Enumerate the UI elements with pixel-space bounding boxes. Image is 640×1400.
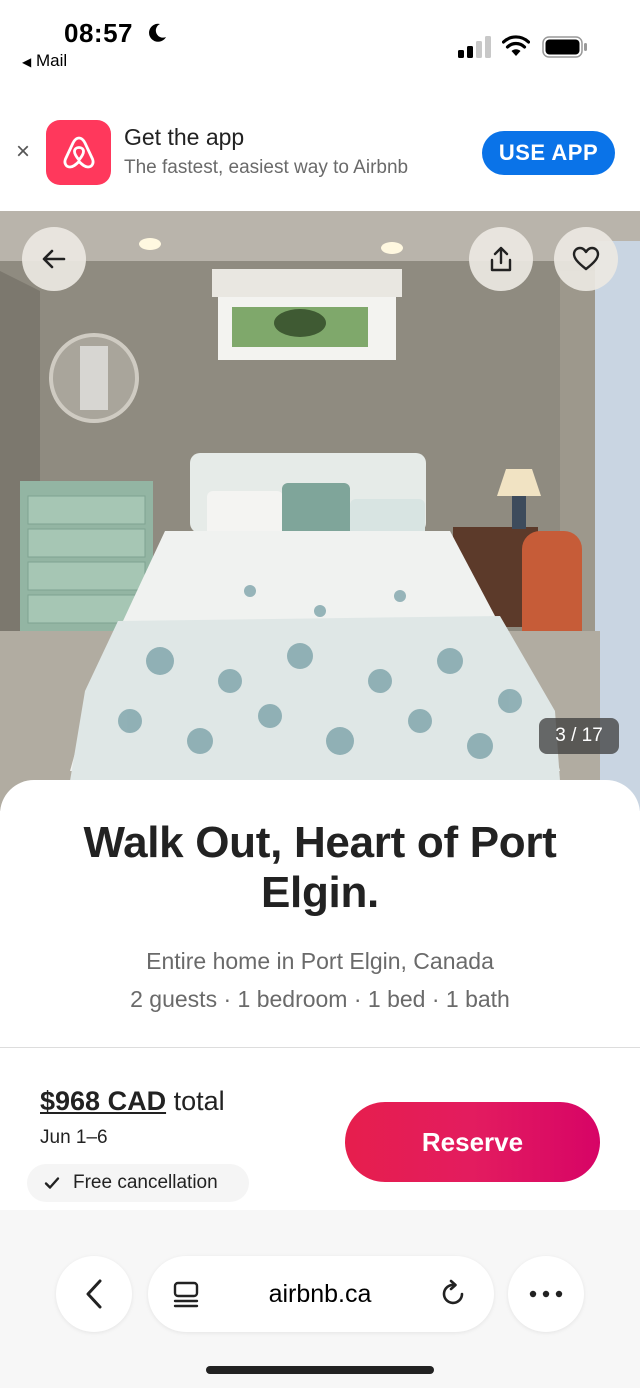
- moon-icon: [149, 23, 166, 42]
- price-total[interactable]: $968 CAD total: [40, 1086, 225, 1117]
- banner-close-button[interactable]: ×: [16, 140, 30, 164]
- listing-title: Walk Out, Heart of Port Elgin.: [83, 818, 557, 917]
- back-label: Mail: [35, 51, 68, 70]
- checkmark-icon: [44, 1177, 60, 1189]
- share-button[interactable]: [469, 227, 533, 291]
- free-cancellation-badge: Free cancellation: [27, 1164, 249, 1202]
- arrow-left-icon: [42, 249, 66, 269]
- home-indicator[interactable]: [206, 1366, 434, 1374]
- booking-dates: Jun 1–6: [40, 1127, 108, 1148]
- heart-icon: [572, 246, 600, 271]
- share-icon: [490, 246, 512, 272]
- airbnb-logo-icon: [46, 120, 111, 185]
- tab-overview-icon[interactable]: [172, 1280, 200, 1308]
- free-cancellation-label: Free cancellation: [73, 1172, 218, 1193]
- chevron-left-icon: [86, 1279, 102, 1309]
- save-favorite-button[interactable]: [554, 227, 618, 291]
- divider: [0, 1047, 640, 1048]
- banner-subtitle: The fastest, easiest way to Airbnb: [124, 157, 409, 178]
- url-text[interactable]: airbnb.ca: [240, 1280, 400, 1309]
- ellipsis-icon: [529, 1290, 563, 1298]
- use-app-button[interactable]: USE APP: [482, 131, 615, 175]
- reload-icon[interactable]: [440, 1279, 468, 1309]
- status-time: 08:57: [64, 18, 133, 48]
- back-to-mail-link[interactable]: ◀ Mail: [22, 51, 67, 71]
- browser-back-button[interactable]: [56, 1256, 132, 1332]
- signal-icon: [458, 36, 491, 58]
- wifi-icon: [502, 35, 530, 56]
- more-options-button[interactable]: [508, 1256, 584, 1332]
- price-suffix: total: [173, 1086, 225, 1116]
- back-triangle-icon: ◀: [22, 55, 32, 69]
- listing-type-location: Entire home in Port Elgin, Canada: [146, 948, 494, 974]
- price-amount[interactable]: $968 CAD: [40, 1086, 166, 1116]
- reserve-button[interactable]: Reserve: [345, 1102, 600, 1182]
- banner-title: Get the app: [124, 124, 245, 150]
- photo-back-button[interactable]: [22, 227, 86, 291]
- photo-counter: 3 / 17: [539, 718, 619, 754]
- listing-details: 2 guests · 1 bedroom · 1 bed · 1 bath: [130, 986, 510, 1012]
- battery-icon: [542, 36, 587, 58]
